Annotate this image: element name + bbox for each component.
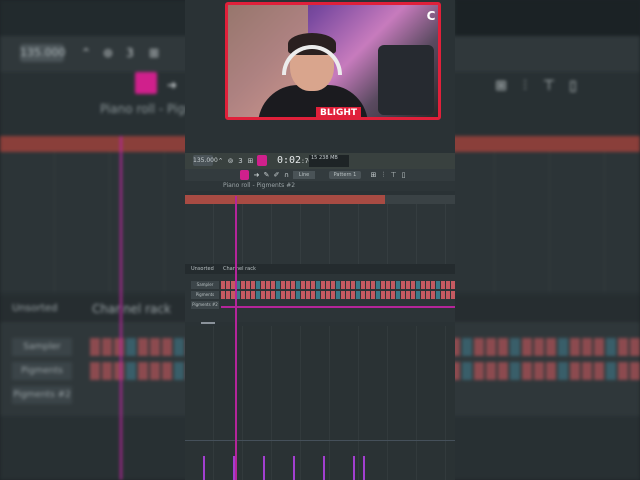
channel-sampler[interactable]: Sampler — [191, 281, 219, 289]
pencil-icon[interactable]: ✎ — [262, 170, 271, 180]
steps-row-pigments[interactable] — [221, 291, 455, 299]
step-icon[interactable]: 3 — [236, 156, 245, 166]
pink-tool-button[interactable] — [240, 170, 249, 180]
channel-logo: C — [426, 9, 436, 23]
bg-tempo-display: 135.000 — [20, 44, 66, 62]
webcam-chair — [378, 45, 434, 115]
center-capture: C BLIGHT 135.000 ⌃ ⊚ 3 ⊞ 0:02:70 15 238 … — [185, 0, 455, 480]
mixer-icon: ⊞ — [148, 46, 160, 60]
arrow-right-icon[interactable]: ➜ — [252, 170, 261, 180]
file-icon[interactable]: ▯ — [399, 170, 408, 180]
velocity-bar[interactable] — [293, 456, 295, 480]
magnet-icon[interactable]: ∩ — [282, 170, 291, 180]
screen: 135.000 ⌃ ⊚ 3 ⊞ ➜ Piano roll - Pigm Unso… — [0, 0, 640, 480]
velocity-bar[interactable] — [363, 456, 365, 480]
file-icon: ▯ — [569, 78, 577, 94]
routing-icon: ⊤ — [542, 78, 556, 94]
time-display: 0:02:70 — [277, 155, 312, 166]
bg-channel-rack-title: Channel rack — [92, 302, 171, 316]
loop-region[interactable] — [185, 195, 385, 204]
bg-unsorted-label: Unsorted — [12, 303, 58, 314]
steps-row-sampler[interactable] — [221, 281, 455, 289]
velocity-bar[interactable] — [263, 456, 265, 480]
arrow-right-icon: ➜ — [166, 78, 178, 92]
channel-filter-select[interactable]: Unsorted — [191, 266, 214, 273]
note-area[interactable] — [185, 326, 455, 480]
mixer-icon[interactable]: ⊞ — [246, 156, 255, 166]
velocity-bar[interactable] — [203, 456, 205, 480]
pigments-2-graph[interactable] — [221, 306, 455, 308]
channel-rack-title: Channel rack — [223, 266, 256, 272]
step-icon: 3 — [126, 46, 134, 60]
playhead[interactable] — [235, 196, 237, 480]
snap-mode-select[interactable]: Line — [293, 171, 315, 179]
add-channel-button[interactable] — [201, 322, 215, 324]
record-icon: ⊚ — [102, 46, 114, 60]
velocity-bar[interactable] — [233, 456, 235, 480]
mixer-fader-icon: ⫶ — [523, 78, 527, 94]
cpu-meter: 15 238 MB — [309, 155, 349, 167]
bg-playhead — [120, 136, 122, 480]
mixer-fader-icon[interactable]: ⫶ — [379, 170, 388, 180]
routing-icon[interactable]: ⊤ — [389, 170, 398, 180]
bg-right-strip — [455, 0, 640, 36]
plugin-icon: ⊞ — [495, 78, 507, 94]
velocity-divider — [185, 440, 455, 441]
piano-roll-grid[interactable] — [185, 204, 455, 264]
plugin-icon[interactable]: ⊞ — [369, 170, 378, 180]
bg-channel-pigments-2: Pigments #2 — [12, 386, 72, 404]
tempo-display[interactable]: 135.000 — [193, 155, 218, 166]
velocity-bar[interactable] — [353, 456, 355, 480]
metronome-icon[interactable]: ⌃ — [216, 156, 225, 166]
bg-channel-sampler: Sampler — [12, 338, 72, 356]
brush-icon[interactable]: ✐ — [272, 170, 281, 180]
bg-pink-toggle — [135, 72, 157, 94]
tool-bar: ➜ ✎ ✐ ∩ Line Pattern 1 ⊞ ⫶ ⊤ ▯ — [185, 169, 455, 181]
channel-pigments-2[interactable]: Pigments #2 — [191, 301, 219, 309]
webcam-overlay: C BLIGHT — [225, 2, 441, 120]
velocity-bar[interactable] — [323, 456, 325, 480]
pink-toggle-button[interactable] — [257, 155, 267, 166]
webcam-brand-label: BLIGHT — [316, 107, 362, 117]
channel-pigments[interactable]: Pigments — [191, 291, 219, 299]
bg-channel-pigments: Pigments — [12, 362, 72, 380]
bg-piano-roll-title: Piano roll - Pigm — [100, 102, 197, 116]
transport-bar: 135.000 ⌃ ⊚ 3 ⊞ 0:02:70 15 238 MB — [185, 153, 455, 169]
metronome-icon: ⌃ — [80, 46, 92, 60]
piano-roll-header: Piano roll - Pigments #2 — [185, 181, 455, 191]
piano-roll-title: Piano roll - Pigments #2 — [223, 182, 296, 189]
record-icon[interactable]: ⊚ — [226, 156, 235, 166]
pattern-select[interactable]: Pattern 1 — [329, 171, 361, 179]
